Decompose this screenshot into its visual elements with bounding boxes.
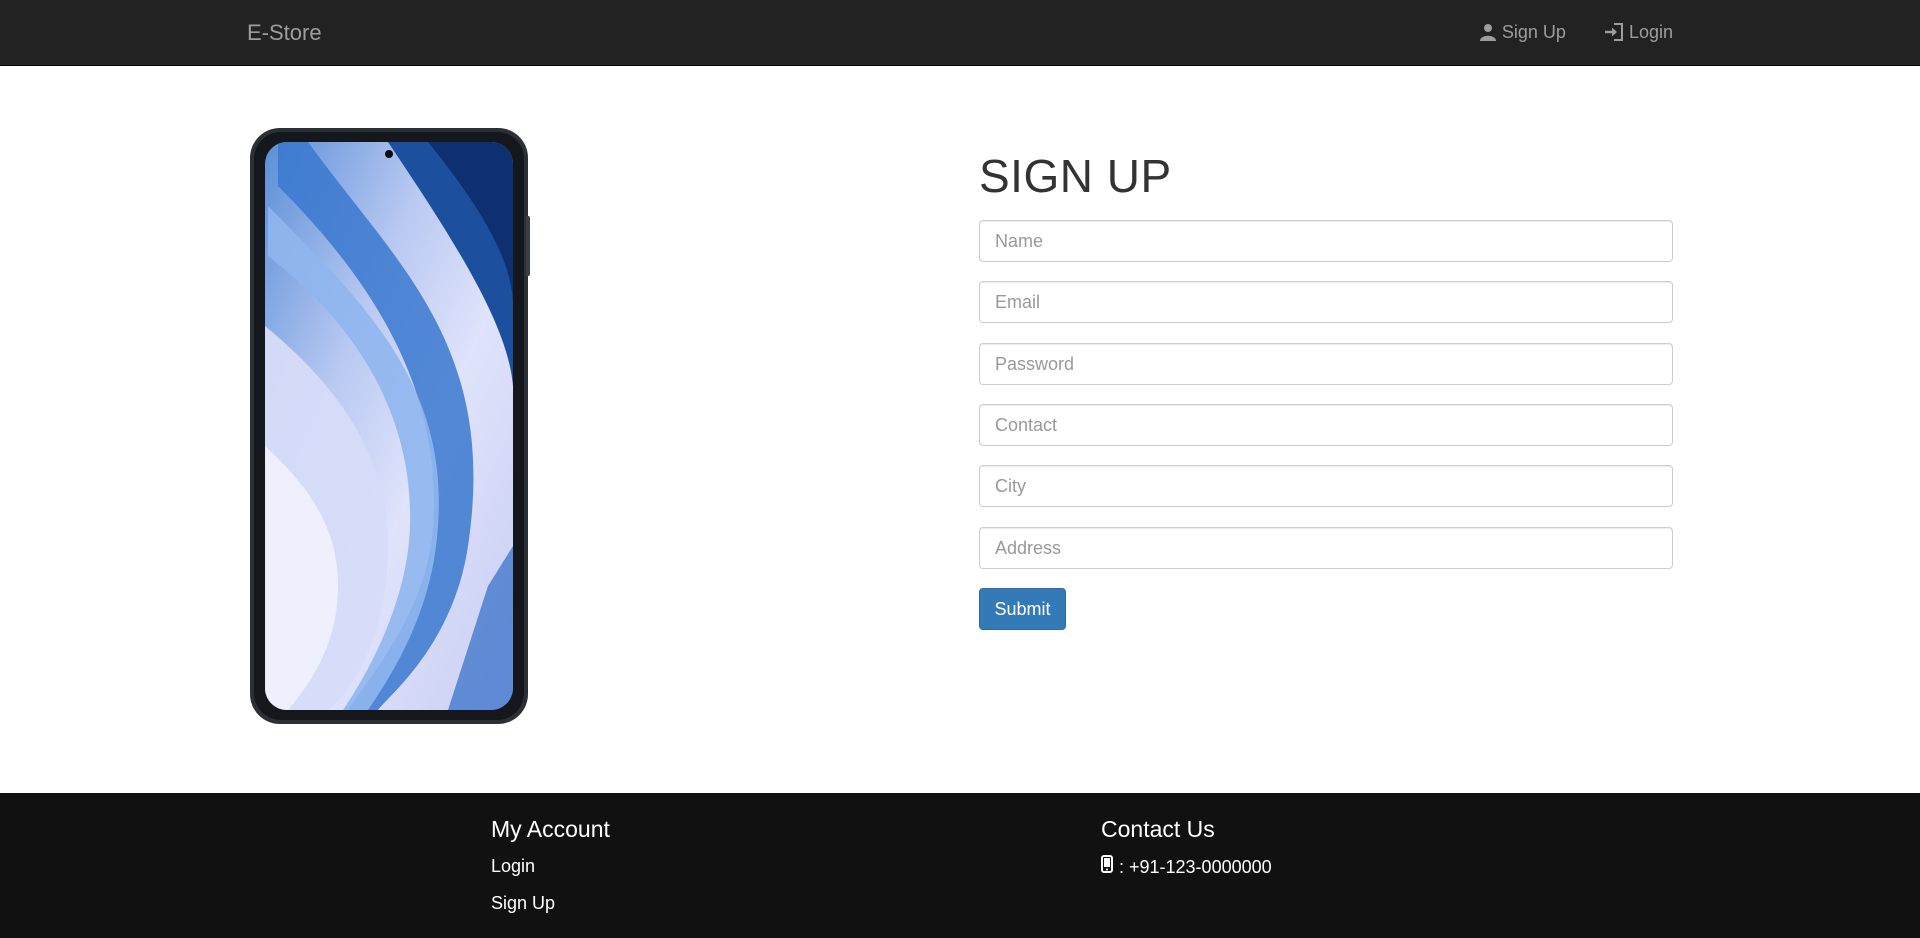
city-input[interactable] [979,465,1673,507]
address-input[interactable] [979,527,1673,569]
password-input[interactable] [979,343,1673,385]
footer-contact-heading: Contact Us [1101,816,1215,842]
page-footer: My Account Login Sign Up Contact Us : +9… [0,793,1920,938]
footer-login-link[interactable]: Login [491,855,610,877]
brand-link[interactable]: E-Store [247,20,322,46]
nav-signup-link[interactable]: Sign Up [1479,21,1566,43]
nav-login-link[interactable]: Login [1604,21,1673,43]
footer-contact-section: Contact Us : +91-123-0000000 [1101,815,1272,878]
submit-button[interactable]: Submit [979,588,1066,630]
name-input[interactable] [979,220,1673,262]
log-in-icon [1604,23,1624,41]
footer-account-heading: My Account [491,816,610,842]
footer-phone-line: : +91-123-0000000 [1101,855,1272,878]
footer-signup-link[interactable]: Sign Up [491,892,610,914]
top-navbar: E-Store Sign Up Login [0,0,1920,66]
phone-product-image [248,126,530,726]
user-icon [1479,23,1497,41]
signup-title: SIGN UP [979,150,1172,202]
contact-input[interactable] [979,404,1673,446]
footer-phone-number: : +91-123-0000000 [1119,856,1272,877]
nav-login-label: Login [1628,22,1673,42]
footer-account-section: My Account Login Sign Up [491,815,610,929]
email-input[interactable] [979,281,1673,323]
nav-signup-label: Sign Up [1501,22,1566,42]
phone-icon [1101,855,1113,878]
nav-right-menu: Sign Up Login [1479,21,1673,43]
